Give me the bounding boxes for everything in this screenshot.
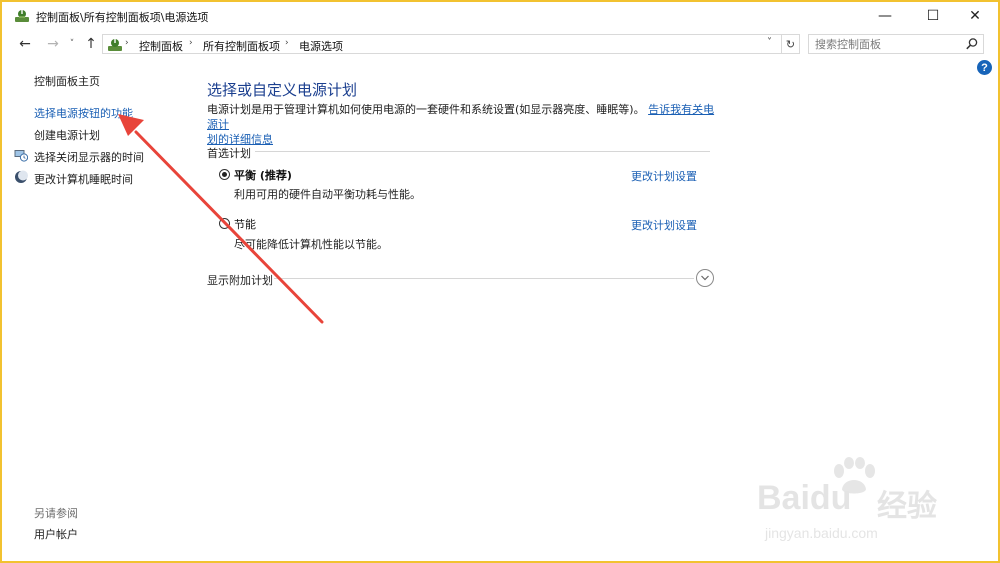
plan-power-saver-radio[interactable]: [219, 218, 230, 229]
plan-power-saver-description: 尽可能降低计算机性能以节能。: [234, 238, 388, 251]
plan-balanced-name[interactable]: 平衡 (推荐): [234, 167, 292, 183]
section-divider: [255, 151, 710, 152]
description-text: 电源计划是用于管理计算机如何使用电源的一套硬件和系统设置(如显示器亮度、睡眠等)…: [207, 103, 645, 116]
breadcrumb-separator[interactable]: ›: [189, 38, 193, 48]
window-title: 控制面板\所有控制面板项\电源选项: [36, 11, 209, 24]
watermark-brand-cn: 经验: [877, 490, 937, 523]
title-bar: 控制面板\所有控制面板项\电源选项 — ☐ ✕: [2, 2, 998, 30]
preferred-plans-heading: 首选计划: [207, 147, 251, 160]
monitor-clock-icon: [14, 150, 28, 162]
recent-locations-button[interactable]: ˅: [66, 34, 78, 54]
see-also-user-accounts-link[interactable]: 用户帐户: [34, 526, 78, 542]
expand-additional-plans-button[interactable]: [696, 269, 714, 287]
control-panel-icon: [108, 39, 122, 51]
sidebar-item-create-plan[interactable]: 创建电源计划: [34, 127, 100, 143]
breadcrumb-all-items[interactable]: 所有控制面板项: [203, 38, 280, 54]
plan-power-saver-change-settings-link[interactable]: 更改计划设置: [631, 217, 697, 233]
sidebar-item-sleep-time[interactable]: 更改计算机睡眠时间: [34, 171, 133, 187]
maximize-button[interactable]: ☐: [910, 2, 956, 30]
watermark-brand: Baidu: [757, 479, 852, 517]
breadcrumb-separator[interactable]: ›: [285, 38, 289, 48]
close-button[interactable]: ✕: [952, 2, 998, 30]
sidebar-item-power-button[interactable]: 选择电源按钮的功能: [34, 105, 133, 121]
chevron-down-icon: [701, 275, 709, 281]
moon-icon: [15, 170, 28, 183]
plan-power-saver-name[interactable]: 节能: [234, 216, 256, 232]
address-bar[interactable]: › 控制面板 › 所有控制面板项 › 电源选项 ˅: [102, 34, 782, 54]
breadcrumb-separator[interactable]: ›: [125, 38, 129, 48]
control-panel-window: 控制面板\所有控制面板项\电源选项 — ☐ ✕ ← → ˅ ↑ › 控制面板 ›…: [0, 0, 1000, 563]
see-also-heading: 另请参阅: [34, 507, 78, 520]
up-button[interactable]: ↑: [82, 34, 100, 54]
plan-balanced-change-settings-link[interactable]: 更改计划设置: [631, 168, 697, 184]
sidebar-home-link[interactable]: 控制面板主页: [34, 73, 100, 89]
plan-balanced-description: 利用可用的硬件自动平衡功耗与性能。: [234, 188, 421, 201]
sidebar-item-display-off-time[interactable]: 选择关闭显示器的时间: [34, 149, 144, 165]
help-button[interactable]: ?: [977, 60, 992, 75]
additional-plans-heading[interactable]: 显示附加计划: [207, 272, 273, 288]
page-title: 选择或自定义电源计划: [207, 81, 358, 99]
address-dropdown-button[interactable]: ˅: [767, 37, 772, 48]
breadcrumb-control-panel[interactable]: 控制面板: [139, 38, 183, 54]
forward-button[interactable]: →: [42, 34, 64, 54]
search-box[interactable]: [808, 34, 984, 54]
page-description: 电源计划是用于管理计算机如何使用电源的一套硬件和系统设置(如显示器亮度、睡眠等)…: [207, 102, 722, 147]
plan-balanced-radio[interactable]: [219, 169, 230, 180]
minimize-button[interactable]: —: [862, 2, 908, 30]
refresh-button[interactable]: ↻: [782, 34, 800, 54]
back-button[interactable]: ←: [14, 34, 36, 54]
watermark-url: jingyan.baidu.com: [765, 525, 878, 541]
search-input[interactable]: [809, 35, 971, 53]
power-options-icon: [15, 10, 29, 22]
search-icon[interactable]: [965, 37, 979, 51]
breadcrumb-power-options[interactable]: 电源选项: [299, 38, 343, 54]
navigation-bar: ← → ˅ ↑ › 控制面板 › 所有控制面板项 › 电源选项 ˅ ↻: [2, 32, 998, 56]
section-divider: [274, 278, 694, 279]
baidu-watermark: Baidu 经验 jingyan.baidu.com: [757, 457, 967, 547]
